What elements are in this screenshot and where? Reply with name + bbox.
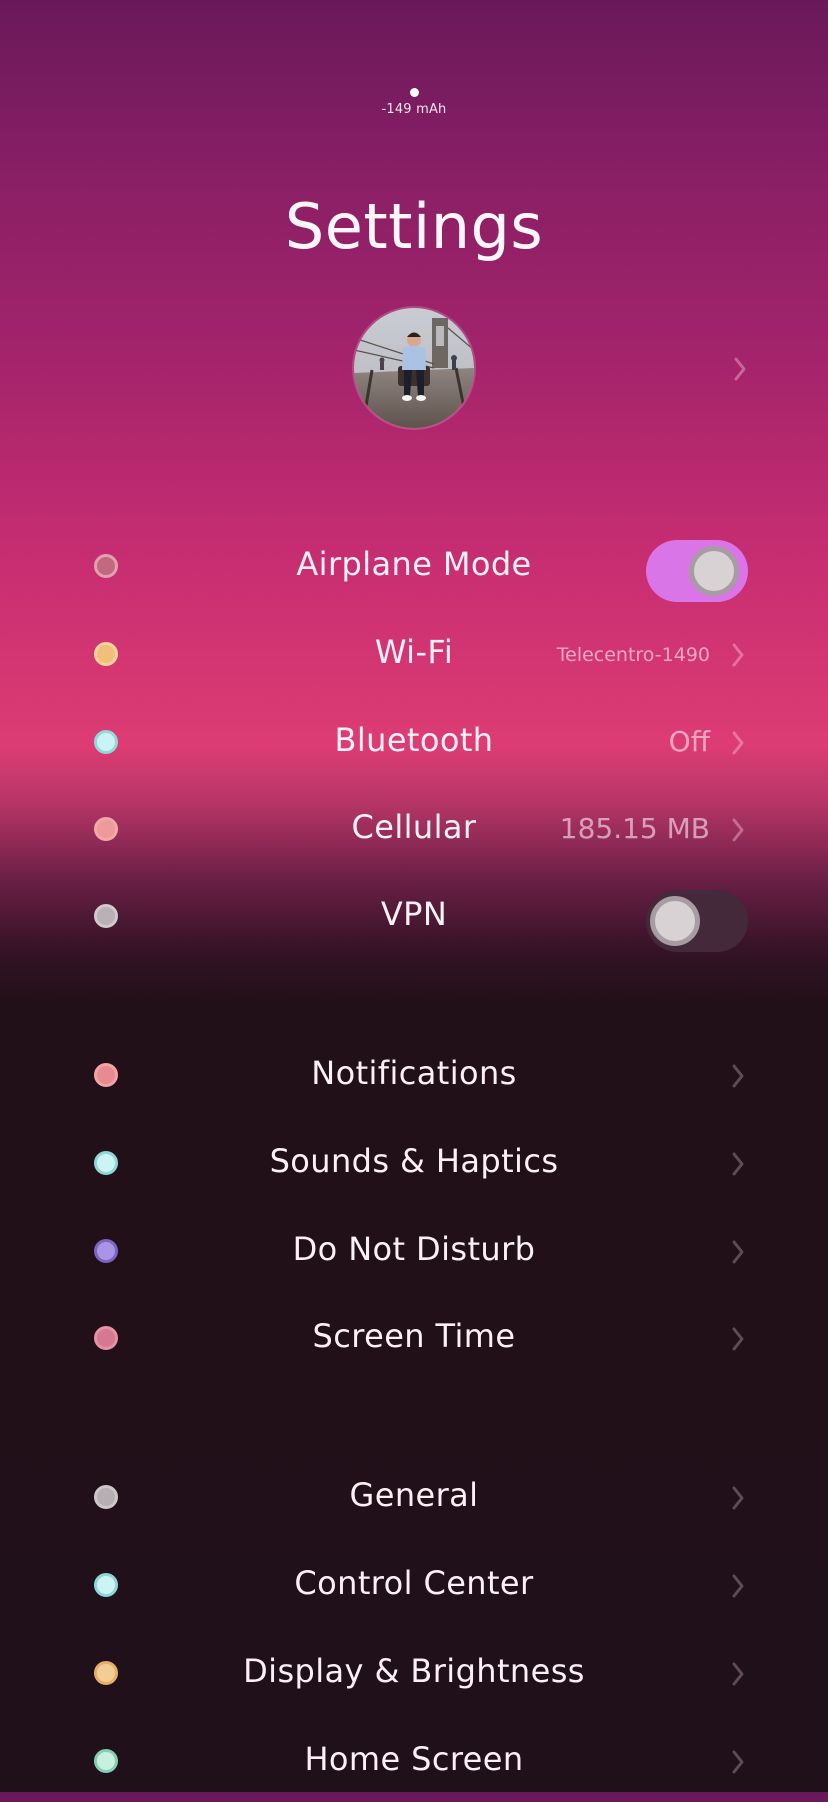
- battery-current-text: -149 mAh: [381, 102, 447, 117]
- chevron-right-icon: [728, 1480, 748, 1516]
- profile-avatar[interactable]: [354, 308, 474, 428]
- screen-time-row[interactable]: Screen Time: [0, 1299, 828, 1379]
- status-dot: [409, 88, 419, 97]
- home-screen-row[interactable]: Home Screen: [0, 1722, 828, 1802]
- home-screen-label: Home Screen: [304, 1740, 524, 1778]
- chevron-right-icon: [728, 637, 748, 673]
- bluetooth-row[interactable]: Bluetooth Off: [0, 703, 828, 783]
- do-not-disturb-label: Do Not Disturb: [292, 1230, 536, 1268]
- page-title: Settings: [284, 190, 544, 263]
- vpn-toggle[interactable]: [646, 890, 748, 952]
- toggle-knob: [650, 896, 700, 946]
- vpn-row[interactable]: VPN: [0, 877, 828, 957]
- control-center-label: Control Center: [294, 1564, 534, 1602]
- chevron-right-icon: [728, 1058, 748, 1094]
- control-center-row[interactable]: Control Center: [0, 1546, 828, 1626]
- profile-chevron-icon[interactable]: [728, 350, 752, 388]
- chevron-right-icon: [728, 1656, 748, 1692]
- toggle-knob: [689, 546, 739, 596]
- chevron-right-icon: [728, 1146, 748, 1182]
- status-indicator: -149 mAh: [0, 88, 828, 117]
- chevron-right-icon: [728, 725, 748, 761]
- notifications-label: Notifications: [311, 1054, 517, 1092]
- wifi-row[interactable]: Wi-Fi Telecentro-1490: [0, 615, 828, 695]
- wifi-network-value: Telecentro-1490: [556, 644, 710, 666]
- bluetooth-status-value: Off: [668, 725, 710, 758]
- chevron-right-icon: [728, 1234, 748, 1270]
- chevron-right-icon: [728, 812, 748, 848]
- avatar-photo: [354, 308, 474, 428]
- general-row[interactable]: General: [0, 1458, 828, 1538]
- notifications-row[interactable]: Notifications: [0, 1036, 828, 1116]
- cellular-data-usage-value: 185.15 MB: [559, 812, 710, 845]
- chevron-right-icon: [728, 1568, 748, 1604]
- display-brightness-row[interactable]: Display & Brightness: [0, 1634, 828, 1714]
- cellular-row[interactable]: Cellular 185.15 MB: [0, 790, 828, 870]
- sounds-haptics-row[interactable]: Sounds & Haptics: [0, 1124, 828, 1204]
- screen-time-label: Screen Time: [312, 1317, 516, 1355]
- do-not-disturb-row[interactable]: Do Not Disturb: [0, 1212, 828, 1292]
- sounds-haptics-label: Sounds & Haptics: [269, 1142, 559, 1180]
- chevron-right-icon: [728, 1321, 748, 1357]
- general-label: General: [349, 1476, 479, 1514]
- airplane-mode-row[interactable]: Airplane Mode: [0, 527, 828, 607]
- display-brightness-label: Display & Brightness: [243, 1652, 585, 1690]
- chevron-right-icon: [728, 1744, 748, 1780]
- airplane-mode-toggle[interactable]: [646, 540, 748, 602]
